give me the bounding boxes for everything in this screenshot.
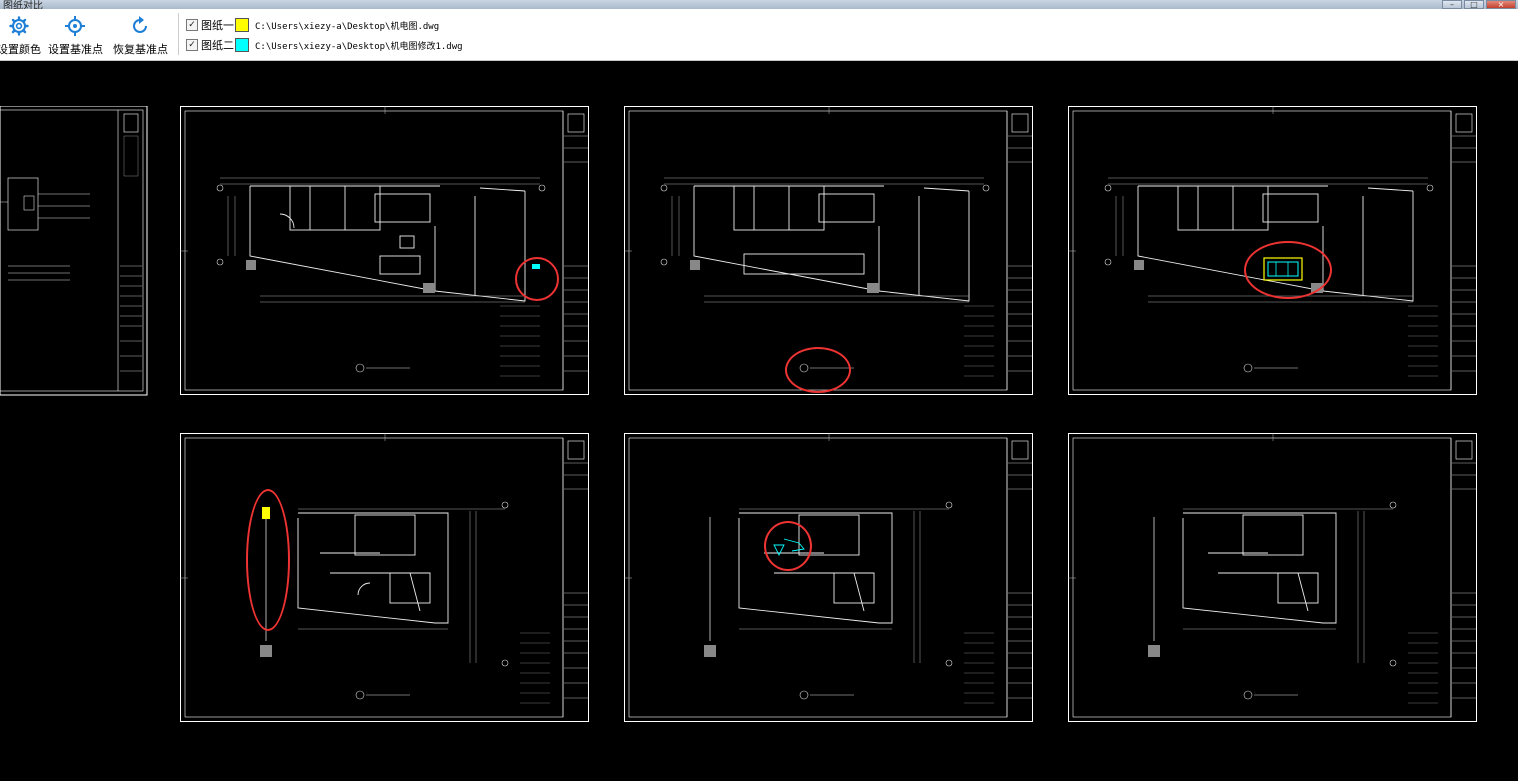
crosshair-icon [48, 15, 102, 37]
drawing-two-path: C:\Users\xiezy-a\Desktop\机电图修改1.dwg [255, 41, 463, 52]
drawing-one-checkbox[interactable]: ✓ [186, 19, 198, 31]
difference-highlight-ring [785, 347, 851, 393]
maximize-button[interactable]: □ [1464, 0, 1484, 9]
difference-highlight-ring [1244, 241, 1332, 299]
drawing-one-label: 图纸一 [201, 19, 234, 32]
set-base-point-label: 设置基准点 [48, 43, 103, 56]
difference-highlight-ring [246, 489, 290, 631]
restore-base-point-button[interactable]: 恢复基准点 [113, 15, 168, 57]
set-color-button[interactable]: 设置颜色 [0, 15, 41, 57]
drawing-sheet-partial[interactable] [0, 106, 148, 396]
gear-icon [0, 15, 41, 37]
window-controls: – □ × [1442, 0, 1516, 9]
drawing-row-two: ✓ 图纸二 C:\Users\xiezy-a\Desktop\机电图修改1.dw… [186, 37, 463, 53]
set-color-label: 设置颜色 [0, 43, 41, 56]
drawing-two-color-swatch[interactable] [235, 38, 249, 52]
drawing-one-path: C:\Users\xiezy-a\Desktop\机电图.dwg [255, 21, 440, 32]
drawing-one-color-swatch[interactable] [235, 18, 249, 32]
toolbar-separator [178, 13, 179, 55]
drawing-sheet-6[interactable] [1068, 433, 1478, 723]
refresh-icon [113, 15, 167, 37]
set-base-point-button[interactable]: 设置基准点 [48, 15, 103, 57]
drawing-canvas[interactable] [0, 61, 1518, 781]
drawing-sheet-5[interactable] [624, 433, 1034, 723]
drawing-sheet-4[interactable] [180, 433, 590, 723]
drawing-sheet-1[interactable] [180, 106, 590, 396]
restore-base-point-label: 恢复基准点 [113, 43, 168, 56]
minimize-button[interactable]: – [1442, 0, 1462, 9]
difference-highlight-ring [764, 521, 812, 571]
drawing-two-checkbox[interactable]: ✓ [186, 39, 198, 51]
drawing-two-label: 图纸二 [201, 39, 234, 52]
drawing-row-one: ✓ 图纸一 C:\Users\xiezy-a\Desktop\机电图.dwg [186, 17, 439, 33]
window-titlebar: 图纸对比 – □ × [0, 0, 1518, 9]
difference-highlight-ring [515, 257, 559, 301]
window-title: 图纸对比 [3, 1, 43, 9]
close-button[interactable]: × [1486, 0, 1516, 9]
toolbar: 设置颜色 设置基准点 恢复基准点 ✓ 图纸一 C:\Users\xiezy-a\… [0, 9, 1518, 61]
